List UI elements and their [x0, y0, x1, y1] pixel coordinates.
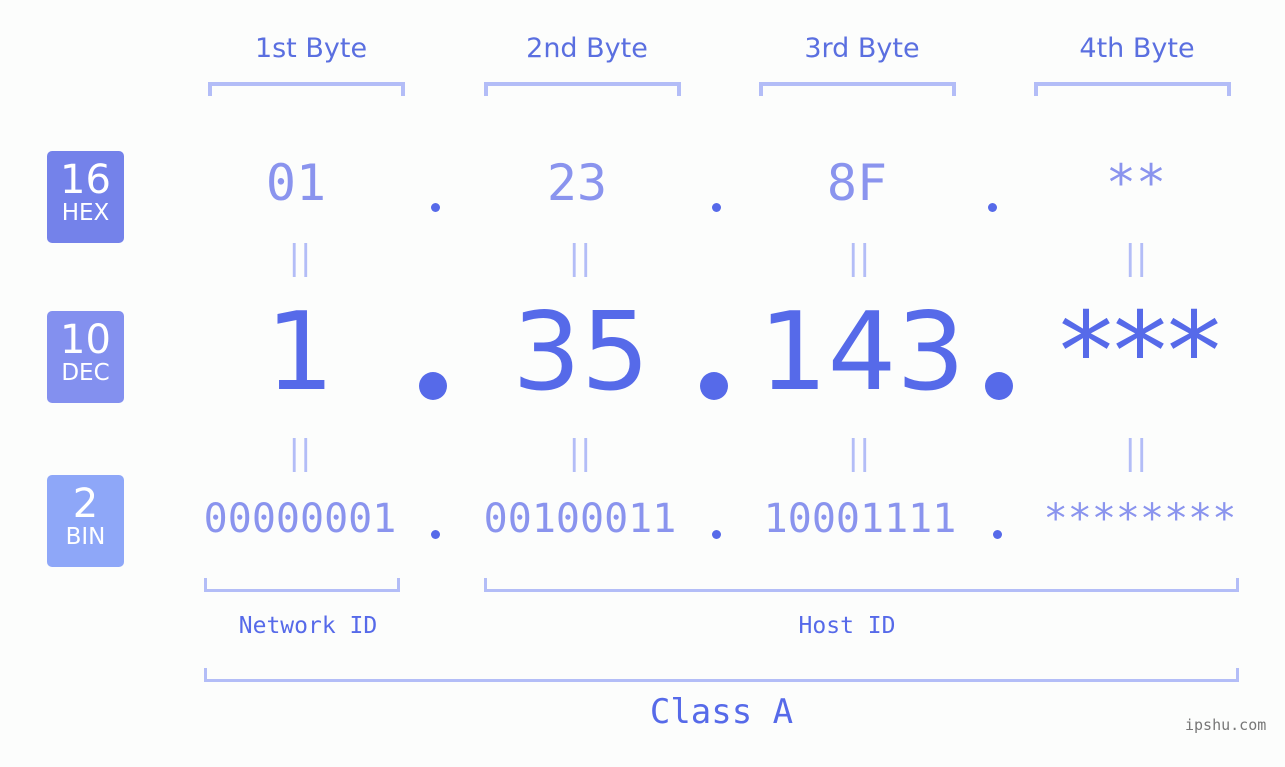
equals-sign: ||	[1124, 238, 1148, 278]
bin-label: BIN	[65, 524, 106, 550]
bin-badge: 2 BIN	[47, 475, 124, 567]
bin-byte-1: 00000001	[203, 496, 397, 542]
hex-byte-3: 8F	[826, 154, 888, 212]
bin-base: 2	[72, 481, 99, 527]
byte-bracket-3	[759, 82, 956, 96]
byte-header-3: 3rd Byte	[804, 33, 920, 64]
dec-byte-3: 143	[758, 290, 966, 415]
bin-byte-3: 10001111	[763, 496, 957, 542]
dec-badge: 10 DEC	[47, 311, 124, 403]
byte-bracket-4	[1034, 82, 1231, 96]
byte-header-1: 1st Byte	[254, 33, 368, 64]
hex-dot-3	[988, 203, 997, 212]
hex-base: 16	[60, 157, 111, 203]
bin-byte-2: 00100011	[483, 496, 677, 542]
host-id-label: Host ID	[798, 613, 896, 639]
class-label: Class A	[649, 692, 794, 732]
dec-dot-2	[700, 372, 728, 400]
network-id-label: Network ID	[238, 613, 378, 639]
hex-byte-4: **	[1105, 154, 1167, 212]
bin-dot-3	[993, 530, 1002, 539]
equals-sign: ||	[1124, 433, 1148, 473]
equals-sign: ||	[568, 238, 592, 278]
bin-dot-1	[431, 530, 440, 539]
equals-sign: ||	[847, 433, 871, 473]
dec-dot-1	[419, 372, 447, 400]
class-bracket	[204, 668, 1239, 682]
hex-byte-1: 01	[265, 154, 327, 212]
equals-sign: ||	[288, 433, 312, 473]
equals-sign: ||	[288, 238, 312, 278]
dec-label: DEC	[61, 360, 110, 386]
hex-dot-2	[712, 203, 721, 212]
bin-byte-4: ********	[1043, 496, 1237, 542]
network-bracket	[204, 578, 400, 592]
hex-byte-2: 23	[546, 154, 608, 212]
hex-badge: 16 HEX	[47, 151, 124, 243]
host-bracket	[484, 578, 1239, 592]
byte-header-4: 4th Byte	[1079, 33, 1195, 64]
dec-base: 10	[60, 317, 111, 363]
dec-byte-4: ***	[1059, 290, 1221, 415]
byte-bracket-2	[484, 82, 681, 96]
byte-header-2: 2nd Byte	[526, 33, 648, 64]
dec-dot-3	[985, 372, 1013, 400]
bin-dot-2	[712, 530, 721, 539]
equals-sign: ||	[568, 433, 592, 473]
equals-sign: ||	[847, 238, 871, 278]
byte-bracket-1	[208, 82, 405, 96]
site-credit: ipshu.com	[1185, 716, 1267, 734]
hex-label: HEX	[61, 200, 110, 226]
hex-dot-1	[431, 203, 440, 212]
dec-byte-1: 1	[265, 290, 335, 415]
dec-byte-2: 35	[512, 290, 650, 415]
